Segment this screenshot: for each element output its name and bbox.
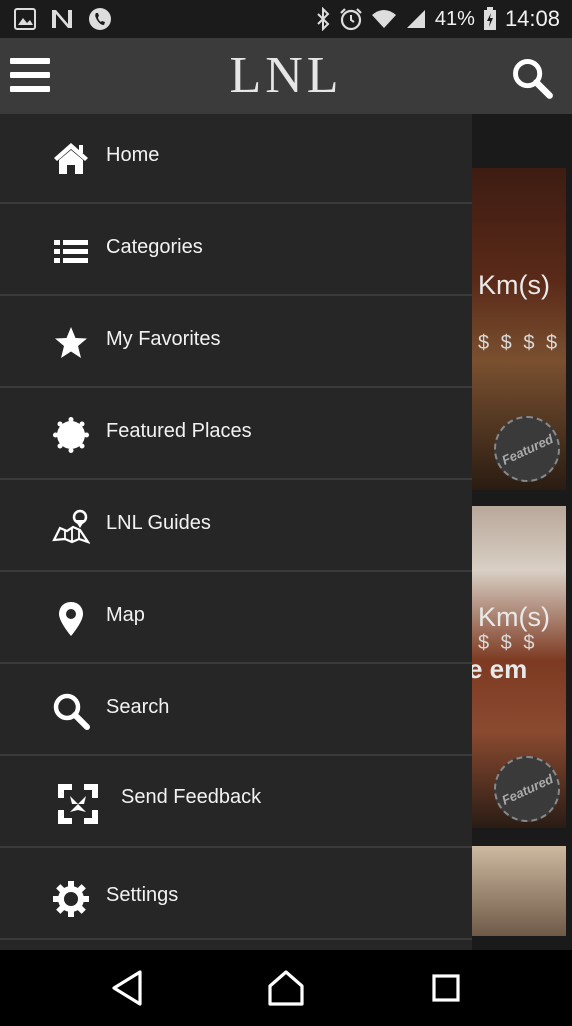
menu-label: Map [106, 604, 145, 626]
recents-icon[interactable] [424, 968, 468, 1008]
menu-item-categories[interactable]: Categories [0, 206, 472, 296]
gear-icon [53, 881, 89, 917]
search-icon[interactable] [510, 56, 554, 100]
menu-item-lnl-guides[interactable]: LNL Guides [0, 482, 472, 572]
price-label: $ $ $ $ [478, 332, 561, 354]
menu-label: Search [106, 696, 170, 718]
menu-label: Categories [106, 236, 203, 258]
search-icon [53, 693, 90, 730]
app-logo: LNL [229, 47, 343, 104]
map-guide-icon [52, 509, 90, 544]
alarm-icon [340, 8, 362, 31]
home-nav-icon[interactable] [264, 968, 308, 1008]
location-pin-icon [59, 602, 83, 636]
status-bar: 41% 14:08 [0, 0, 572, 38]
place-card[interactable]: Km(s) $ $ $ $ Featured [472, 168, 566, 490]
menu-item-send-feedback[interactable]: Send Feedback [0, 758, 472, 848]
feedback-icon [58, 784, 98, 824]
signal-icon [406, 10, 425, 28]
n-icon [52, 10, 72, 28]
star-icon [55, 327, 87, 358]
navigation-drawer: Home Categories My Favorites Featured Pl… [0, 114, 472, 950]
list-icon [54, 240, 88, 263]
menu-item-favorites[interactable]: My Favorites [0, 298, 472, 388]
menu-label: Home [106, 144, 160, 166]
featured-badge: Featured [494, 416, 560, 482]
menu-item-home[interactable]: Home [0, 114, 472, 204]
image-icon [14, 8, 36, 30]
menu-item-map[interactable]: Map [0, 574, 472, 664]
place-title: e em [472, 654, 528, 684]
menu-label: Featured Places [106, 420, 252, 442]
clock: 14:08 [504, 6, 560, 31]
distance-label: Km(s) [478, 602, 550, 632]
distance-label: Km(s) [478, 270, 550, 300]
background-content: Km(s) $ $ $ $ Featured Km(s) $ $ $ e em … [472, 114, 572, 950]
hamburger-menu-icon[interactable] [10, 58, 50, 92]
home-icon [54, 143, 88, 174]
back-icon[interactable] [106, 968, 150, 1008]
place-card[interactable]: Km(s) $ $ $ e em Featured [472, 506, 566, 828]
menu-label: Settings [106, 884, 179, 906]
system-navigation-bar [0, 950, 572, 1026]
menu-label: Send Feedback [121, 786, 262, 808]
featured-badge: Featured [494, 756, 560, 822]
place-card[interactable] [472, 846, 566, 936]
menu-label: My Favorites [106, 328, 221, 350]
app-header: LNL [0, 38, 572, 114]
phone-icon [89, 8, 111, 30]
menu-item-featured-places[interactable]: Featured Places [0, 390, 472, 480]
bluetooth-icon [317, 7, 330, 31]
menu-item-settings[interactable]: Settings [0, 850, 472, 940]
menu-item-search[interactable]: Search [0, 666, 472, 756]
price-label: $ $ $ [478, 632, 538, 654]
wifi-icon [371, 10, 396, 28]
battery-icon [483, 7, 496, 30]
badge-icon [53, 417, 89, 453]
menu-label: LNL Guides [106, 512, 211, 534]
battery-percent: 41% [434, 7, 475, 30]
